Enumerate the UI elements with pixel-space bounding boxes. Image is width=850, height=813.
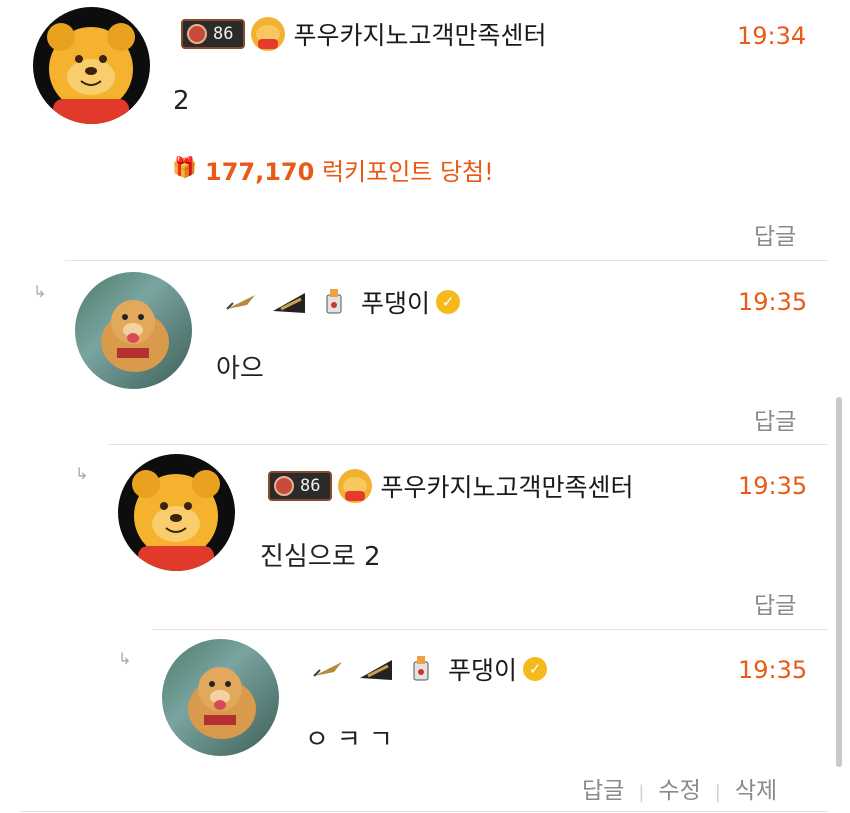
comment-text: ㅇㅋㄱ <box>305 725 401 755</box>
lucky-points: 177,170 럭키포인트 당첨! <box>205 152 494 187</box>
verified-check-icon: ✓ <box>436 290 461 314</box>
reply-arrow-icon: ↳ <box>33 282 47 301</box>
author-name[interactable]: 푸댕이 <box>361 284 430 320</box>
level-number: 86 <box>213 24 234 44</box>
timestamp: 19:35 <box>738 656 808 684</box>
reply-button[interactable]: 답글 <box>754 402 796 436</box>
reply-button[interactable]: 답글 <box>582 778 624 804</box>
avatar-dog[interactable] <box>75 272 192 389</box>
dog-avatar-image <box>188 667 256 739</box>
action-divider: | <box>714 782 721 803</box>
badge-cup-icon <box>326 289 342 314</box>
pooh-badge-icon <box>338 469 373 503</box>
user-line: 푸댕이 ✓ <box>225 289 461 318</box>
level-emblem-icon <box>274 476 294 496</box>
level-emblem-icon <box>187 24 207 44</box>
badge-ramp-icon <box>360 660 392 680</box>
comment-text: 진심으로 2 <box>260 542 381 572</box>
reply-button[interactable]: 답글 <box>754 217 796 251</box>
comment-text: 2 <box>173 86 190 116</box>
comment-1: 86 푸우카지노고객만족센터 19:34 2 🎁 177,170 럭키포인트 당… <box>0 0 850 260</box>
avatar-pooh[interactable] <box>118 454 235 571</box>
reply-button[interactable]: 답글 <box>754 586 796 620</box>
pooh-avatar-image <box>132 470 220 571</box>
timestamp: 19:34 <box>737 22 807 50</box>
points-value: 177,170 <box>205 158 315 186</box>
reply-arrow-icon: ↳ <box>75 464 89 483</box>
pooh-badge-icon <box>251 17 286 51</box>
comment-actions: 답글 | 수정 | 삭제 <box>582 771 777 805</box>
timestamp: 19:35 <box>738 288 808 316</box>
comment-3: ↳ 86 푸우카지노고객만족센터 19:35 진심으로 2 답글 <box>0 444 850 630</box>
level-badge: 86 <box>181 19 246 49</box>
level-number: 86 <box>300 476 321 496</box>
badge-cup-icon <box>413 656 429 681</box>
scrollbar[interactable] <box>836 397 842 767</box>
verified-check-icon: ✓ <box>523 657 548 681</box>
delete-button[interactable]: 삭제 <box>735 778 777 804</box>
comment-4: ↳ 푸댕이 ✓ 19:35 ㅇㅋㄱ 답글 | 수정 | 삭제 <box>0 629 850 813</box>
reply-arrow-icon: ↳ <box>118 649 132 668</box>
badge-ramp-icon <box>273 293 305 313</box>
user-line: 86 푸우카지노고객만족센터 <box>181 17 547 51</box>
user-line: 푸댕이 ✓ <box>312 656 548 685</box>
comment-text: 아으 <box>216 354 264 384</box>
badge-wing-icon <box>313 662 342 677</box>
edit-button[interactable]: 수정 <box>658 778 700 804</box>
pooh-avatar-image <box>47 23 135 124</box>
comment-2: ↳ 푸댕이 ✓ 19:35 아으 답글 <box>0 260 850 445</box>
author-name[interactable]: 푸우카지노고객만족센터 <box>293 16 546 52</box>
gift-icon: 🎁 <box>172 155 197 179</box>
level-badge: 86 <box>268 471 333 501</box>
points-text: 럭키포인트 당첨! <box>321 158 494 186</box>
action-divider: | <box>638 782 645 803</box>
author-name[interactable]: 푸댕이 <box>448 651 517 687</box>
avatar-pooh[interactable] <box>33 7 150 124</box>
user-line: 86 푸우카지노고객만족센터 <box>268 469 634 503</box>
author-name[interactable]: 푸우카지노고객만족센터 <box>380 468 633 504</box>
badge-wing-icon <box>226 295 255 310</box>
dog-avatar-image <box>101 300 169 372</box>
divider <box>20 811 828 812</box>
timestamp: 19:35 <box>738 472 808 500</box>
avatar-dog[interactable] <box>162 639 279 756</box>
